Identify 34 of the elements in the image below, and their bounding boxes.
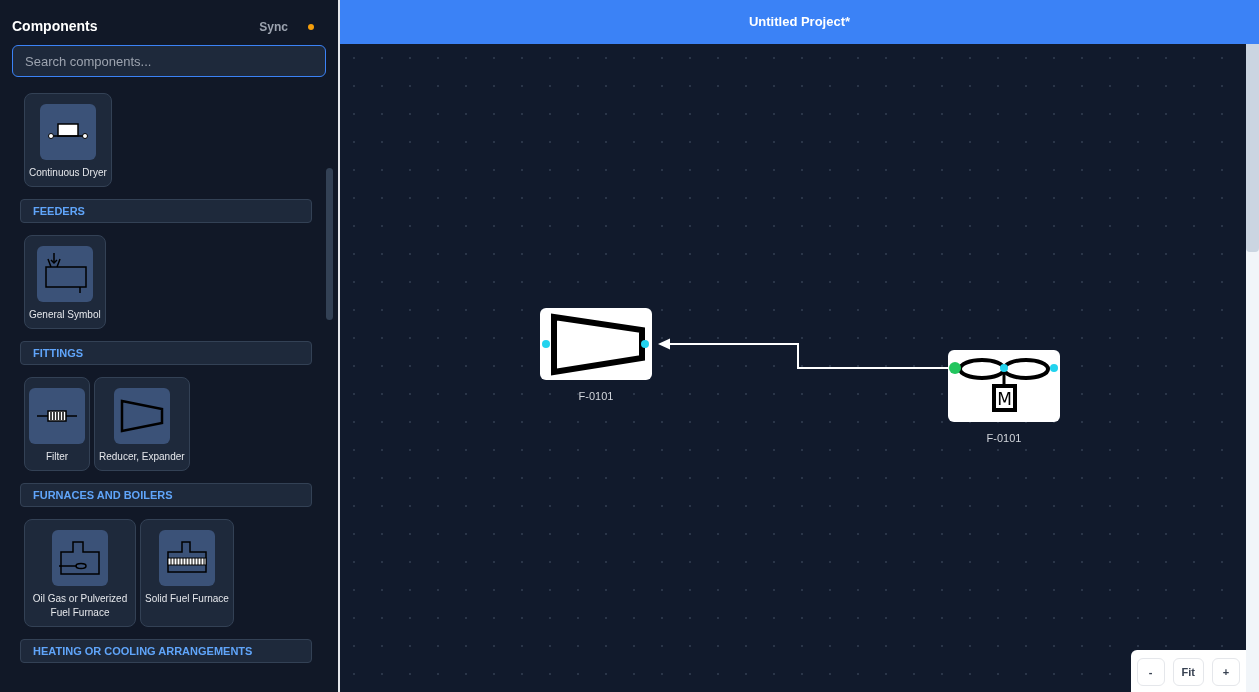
component-label: Filter [45, 450, 69, 464]
diagram-node[interactable] [540, 308, 652, 380]
component-card[interactable]: Oil Gas or Pulverized Fuel Furnace [24, 519, 136, 627]
category-header[interactable]: FURNACES AND BOILERS [20, 483, 312, 507]
component-card[interactable]: Reducer, Expander [94, 377, 190, 471]
category-header[interactable]: HEATING OR COOLING ARRANGEMENTS [20, 639, 312, 663]
component-label: Reducer, Expander [99, 450, 185, 464]
component-card[interactable]: Continuous Dryer [24, 93, 112, 187]
component-label: Oil Gas or Pulverized Fuel Furnace [31, 592, 129, 620]
category-header[interactable]: FITTINGS [20, 341, 312, 365]
diagram-canvas[interactable]: F-0101 M F-0101 - Fit + [340, 44, 1246, 692]
search-field[interactable]: Search components... [12, 45, 326, 77]
diagram-node[interactable]: M [948, 350, 1060, 422]
category-header[interactable]: FEEDERS [20, 199, 312, 223]
zoom-button[interactable]: + [1212, 658, 1240, 686]
sidebar-scrollbar[interactable] [326, 168, 333, 320]
node-label: F-0101 [986, 431, 1022, 446]
zoom-button[interactable]: Fit [1172, 658, 1204, 686]
component-card[interactable]: Filter [24, 377, 90, 471]
component-card[interactable]: Solid Fuel Furnace [140, 519, 234, 627]
project-title-bar: Untitled Project* [340, 0, 1259, 44]
canvas-scrollbar[interactable] [1246, 44, 1259, 692]
filter-symbol-icon [35, 408, 79, 424]
sidebar-title: Components [12, 17, 98, 36]
node-label: F-0101 [578, 389, 614, 404]
component-label: General Symbol [29, 308, 101, 322]
sync-label[interactable]: Sync [259, 17, 288, 36]
zoom-button[interactable]: - [1136, 658, 1165, 686]
reducer-symbol-icon [118, 398, 165, 434]
component-label: Continuous Dryer [29, 166, 107, 180]
component-label: Solid Fuel Furnace [145, 592, 229, 606]
furnace-symbol-icon [57, 538, 103, 578]
sync-status-icon [308, 23, 314, 30]
component-card[interactable]: General Symbol [24, 235, 106, 329]
